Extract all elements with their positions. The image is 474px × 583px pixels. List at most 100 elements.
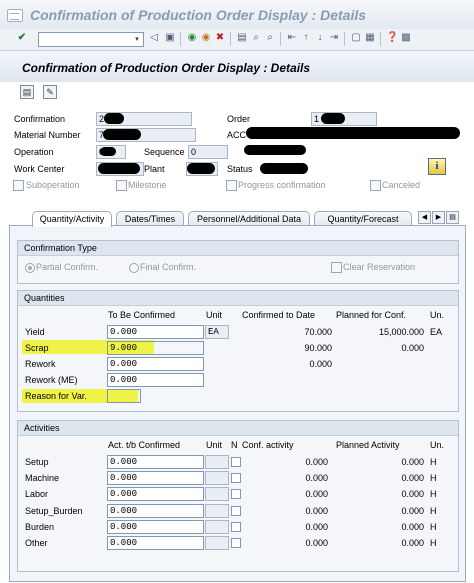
confirmed-to-date-header: Confirmed to Date	[242, 310, 316, 320]
scrap-planned: 0.000	[401, 343, 424, 353]
activity-label-machine: Machine	[25, 473, 60, 483]
tab-scroll-right-icon[interactable]: ▶	[432, 211, 445, 224]
material-description: ACC	[227, 130, 247, 140]
application-toolbar: ▤ ✎	[0, 82, 474, 102]
unit-header: Unit	[206, 310, 223, 320]
tab-quantity-activity[interactable]: Quantity/Activity	[32, 211, 112, 227]
material-number-label: Material Number	[14, 130, 81, 140]
activity-conf-labor: 0.000	[305, 489, 328, 499]
scrap-confirmed-to-date: 90.000	[304, 343, 332, 353]
redaction	[100, 147, 116, 156]
rework-me-label: Rework (ME)	[25, 375, 78, 385]
yield-planned: 15,000.000	[378, 327, 424, 337]
activity-unit-machine	[205, 471, 229, 485]
activity-input-burden[interactable]: 0.000	[107, 520, 204, 534]
tab-dates-times[interactable]: Dates/Times	[116, 211, 184, 226]
redaction	[104, 113, 124, 124]
activity-label-labor: Labor	[25, 489, 49, 499]
previous-page-icon[interactable]: ↑	[300, 32, 312, 44]
activity-n-checkbox-setup[interactable]	[231, 457, 241, 467]
progress-confirmation-label: Progress confirmation	[238, 180, 326, 190]
activity-un-burden: H	[430, 522, 437, 532]
redaction	[321, 113, 345, 124]
activity-un-setup-burden: H	[430, 506, 437, 516]
cancel-icon[interactable]: ✖	[214, 32, 226, 44]
rework-label: Rework	[25, 359, 56, 369]
clear-reservation-label: Clear Reservation	[343, 262, 416, 272]
partial-confirm-label: Partial Confirm.	[36, 262, 99, 272]
activity-conf-setup-burden: 0.000	[305, 506, 328, 516]
canceled-label: Canceled	[382, 180, 421, 190]
yield-to-be-confirmed-input[interactable]: 0.000	[107, 325, 204, 339]
command-history-back-icon[interactable]: ◁	[148, 32, 160, 44]
activity-label-burden: Burden	[25, 522, 55, 532]
shortcut-icon[interactable]: ▦	[364, 32, 376, 44]
info-icon[interactable]: i	[428, 158, 446, 175]
activity-n-checkbox-other[interactable]	[231, 538, 241, 548]
layout-menu-icon[interactable]: ▩	[400, 32, 412, 44]
clear-reservation-checkbox[interactable]	[331, 262, 342, 273]
activity-unit-setup	[205, 455, 229, 469]
reason-for-variance-input[interactable]	[107, 389, 141, 403]
command-field[interactable]: ▾	[38, 32, 144, 47]
overview-icon[interactable]: ▤	[20, 85, 34, 99]
scrap-label: Scrap	[25, 343, 49, 353]
edit-icon[interactable]: ✎	[43, 85, 57, 99]
activity-input-setup-burden[interactable]: 0.000	[107, 504, 204, 518]
tab-quantity-forecast[interactable]: Quantity/Forecast	[314, 211, 412, 226]
exit-icon[interactable]: ◉	[200, 32, 212, 44]
rework-to-be-confirmed-input[interactable]: 0.000	[107, 357, 204, 371]
tab-list-icon[interactable]: ▤	[446, 211, 459, 224]
order-label: Order	[227, 114, 251, 124]
canceled-checkbox	[370, 180, 381, 191]
save-icon[interactable]: ▣	[164, 32, 176, 44]
confirmation-label: Confirmation	[14, 114, 66, 124]
yield-label: Yield	[25, 327, 45, 337]
activity-conf-other: 0.000	[305, 538, 328, 548]
activity-conf-machine: 0.000	[305, 473, 328, 483]
find-icon[interactable]: ⌕	[250, 32, 262, 44]
confirmation-type-group: Confirmation Type Partial Confirm. Final…	[17, 240, 459, 284]
activity-n-checkbox-burden[interactable]	[231, 522, 241, 532]
activity-un-setup: H	[430, 457, 437, 467]
tab-personnel-additional-data[interactable]: Personnel/Additional Data	[188, 211, 310, 226]
page-title: Confirmation of Production Order Display…	[22, 61, 311, 75]
final-confirm-label: Final Confirm.	[140, 262, 197, 272]
activity-n-checkbox-labor[interactable]	[231, 489, 241, 499]
next-page-icon[interactable]: ↓	[314, 32, 326, 44]
activity-input-setup[interactable]: 0.000	[107, 455, 204, 469]
activity-unit-setup-burden	[205, 504, 229, 518]
sequence-field: 0	[188, 145, 228, 159]
activity-unit-other	[205, 536, 229, 550]
activity-input-other[interactable]: 0.000	[107, 536, 204, 550]
milestone-label: Milestone	[128, 180, 167, 190]
to-be-confirmed-header: To Be Confirmed	[108, 310, 176, 320]
redaction	[98, 163, 140, 174]
command-dropdown-icon[interactable]: ▾	[132, 33, 142, 46]
last-page-icon[interactable]: ⇥	[328, 32, 340, 44]
redaction	[103, 129, 141, 140]
activity-unit-labor	[205, 487, 229, 501]
create-session-icon[interactable]: ▢	[350, 32, 362, 44]
sap-window-icon	[7, 9, 23, 22]
activity-input-labor[interactable]: 0.000	[107, 487, 204, 501]
print-icon[interactable]: ▤	[236, 32, 248, 44]
first-page-icon[interactable]: ⇤	[286, 32, 298, 44]
quantities-title: Quantities	[18, 291, 458, 306]
scrap-to-be-confirmed-input[interactable]: 9.000	[107, 341, 204, 355]
activity-n-checkbox-setup-burden[interactable]	[231, 506, 241, 516]
help-icon[interactable]: ❓	[386, 32, 398, 44]
enter-check-icon[interactable]: ✔	[16, 32, 28, 44]
tab-scroll-left-icon[interactable]: ◀	[418, 211, 431, 224]
final-confirm-radio[interactable]	[129, 263, 139, 273]
rework-me-input[interactable]: 0.000	[107, 373, 204, 387]
progress-confirmation-checkbox	[226, 180, 237, 191]
redaction	[246, 127, 460, 139]
activity-input-machine[interactable]: 0.000	[107, 471, 204, 485]
find-next-icon[interactable]: ⌕	[264, 32, 276, 44]
partial-confirm-radio[interactable]	[25, 263, 35, 273]
activity-n-checkbox-machine[interactable]	[231, 473, 241, 483]
standard-toolbar: ✔ ▾ ◁ ▣ ◉ ◉ ✖ ▤ ⌕ ⌕ ⇤ ↑ ↓ ⇥ ▢ ▦ ❓ ▩	[0, 29, 474, 51]
back-icon[interactable]: ◉	[186, 32, 198, 44]
milestone-checkbox	[116, 180, 127, 191]
